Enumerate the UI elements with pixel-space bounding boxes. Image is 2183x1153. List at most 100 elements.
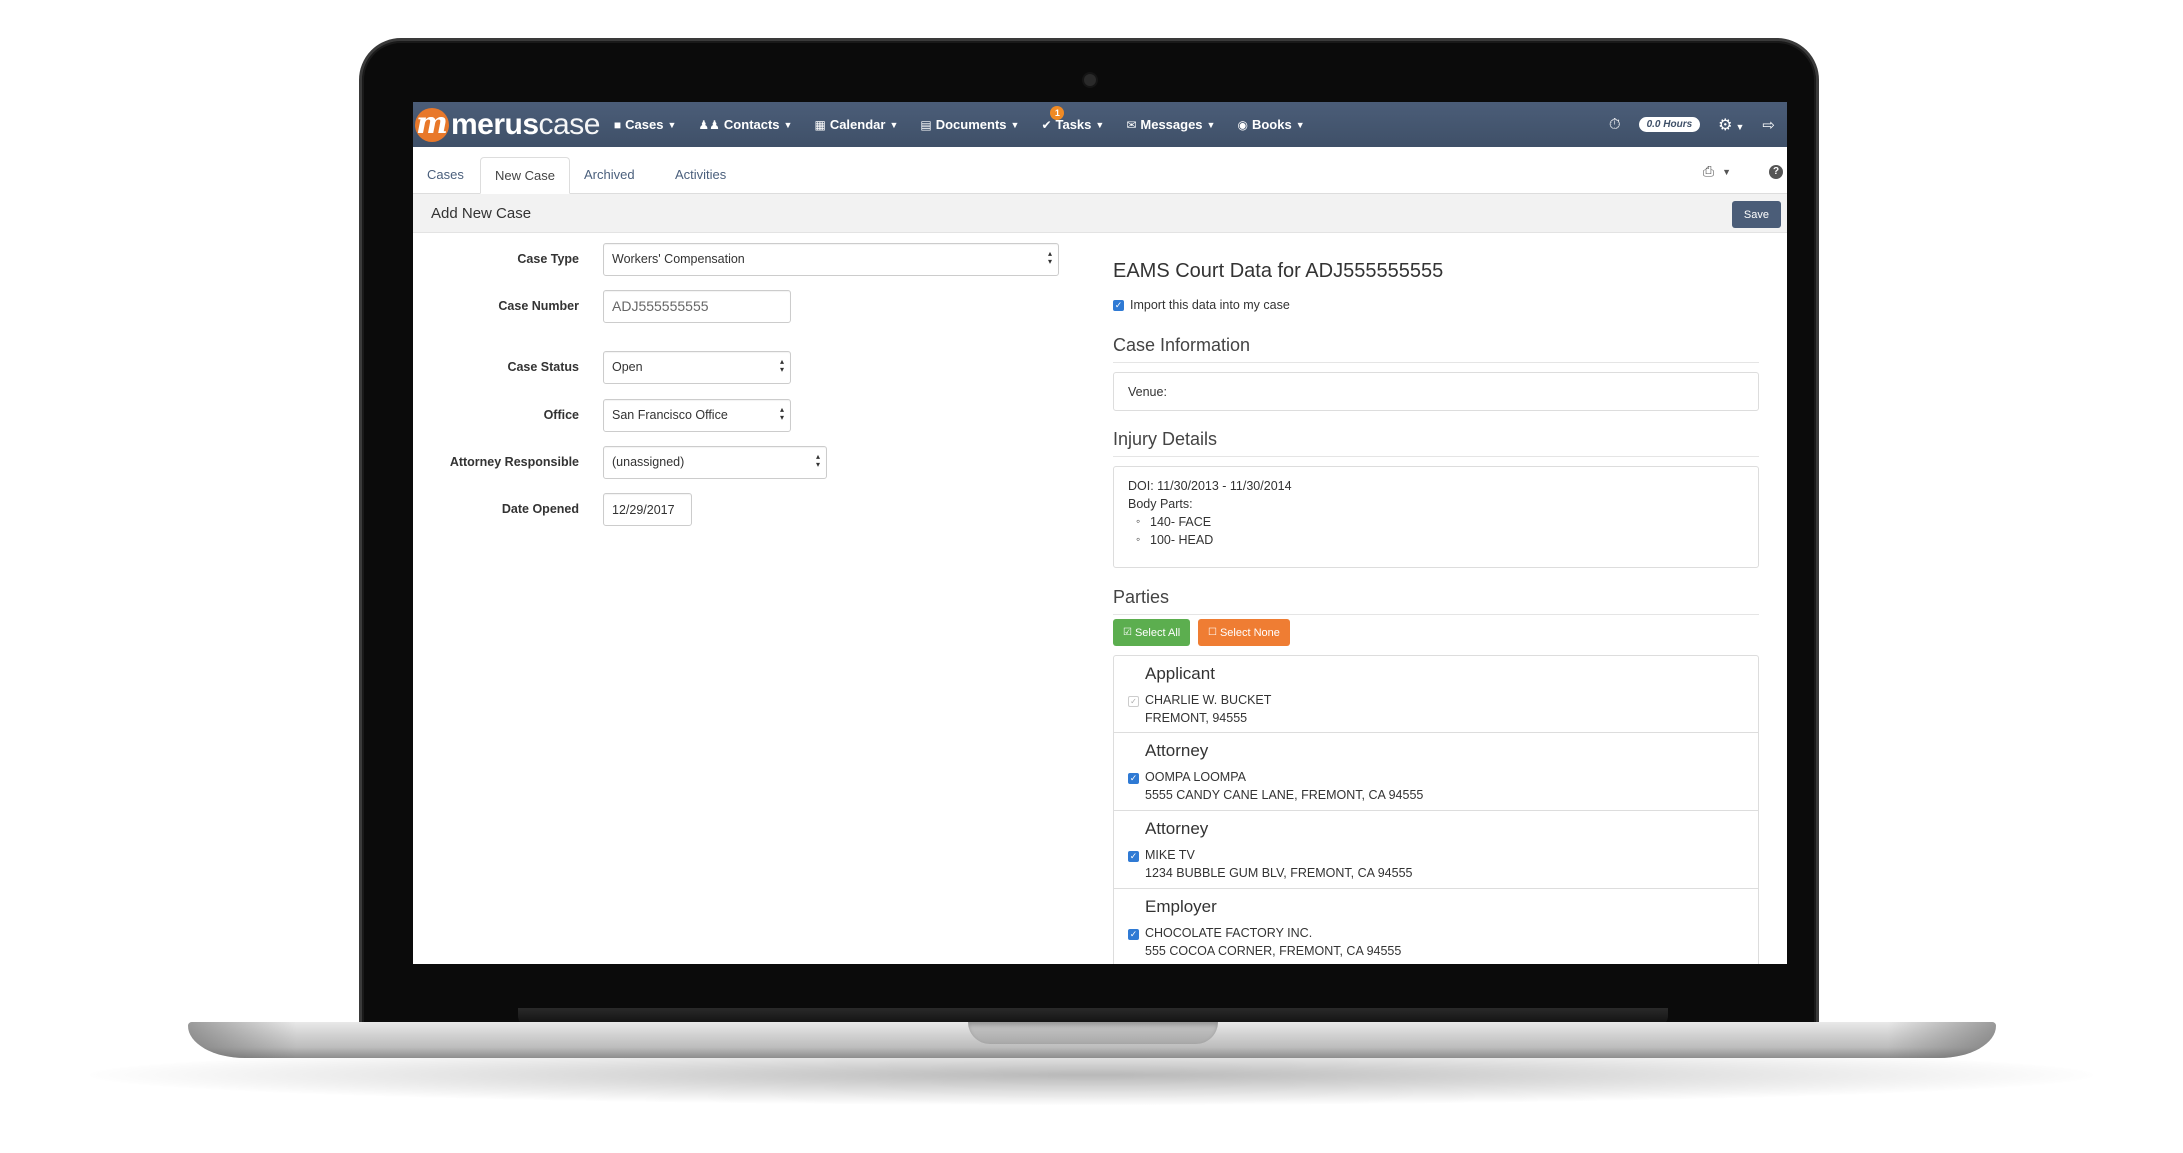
save-button[interactable]: Save <box>1731 201 1781 228</box>
date-opened-input[interactable]: 12/29/2017 <box>603 493 692 526</box>
nav-cases[interactable]: ■ Cases ▼ <box>614 117 676 132</box>
case-info-box: Venue: <box>1113 372 1759 411</box>
people-icon: ♟♟ <box>698 117 720 132</box>
office-label: Office <box>543 408 579 422</box>
party-role: Applicant <box>1145 664 1215 683</box>
calendar-icon: ▦ <box>814 117 826 132</box>
party-checkbox[interactable]: ✓ <box>1128 773 1139 784</box>
tabs-bar: Cases New Case Archived Activities ⎙ ▼ ? <box>413 147 1787 194</box>
hours-pill[interactable]: 0.0 Hours <box>1638 117 1701 132</box>
empty-square-icon: ☐ <box>1208 627 1217 638</box>
main-nav: ■ Cases ▼ ♟♟ Contacts ▼ ▦ Calendar ▼ ▤ Document… <box>614 106 1327 132</box>
tab-cases[interactable]: Cases <box>413 157 478 194</box>
webcam <box>1084 74 1096 86</box>
case-type-row: Case Type Workers' Compensation <box>413 243 1093 277</box>
case-info-heading: Case Information <box>1113 335 1759 363</box>
page-header: Add New Case Save <box>413 194 1787 233</box>
top-navbar: m meruscase ■ Cases ▼ ♟♟ Contacts ▼ ▦ Calenda… <box>413 102 1787 147</box>
caret-down-icon: ▼ <box>889 119 899 130</box>
body-part-item: 100- HEAD <box>1136 532 1213 547</box>
party-role: Attorney <box>1145 741 1209 760</box>
party-role: Employer <box>1145 897 1217 916</box>
logo-mark-icon: m <box>415 105 449 142</box>
briefcase-icon: ■ <box>613 117 622 132</box>
nav-books[interactable]: ◉ Books ▼ <box>1237 117 1304 132</box>
body-parts-label: Body Parts: <box>1128 497 1193 511</box>
check-circle-icon: ✔ <box>1041 117 1052 132</box>
nav-tasks[interactable]: 1 ✔ Tasks ▼ <box>1041 106 1105 132</box>
envelope-icon: ✉ <box>1126 117 1137 132</box>
stopwatch-icon[interactable]: ⏱ <box>1609 116 1621 133</box>
case-number-input[interactable]: ADJ555555555 <box>603 290 791 323</box>
tab-archived[interactable]: Archived <box>570 157 649 194</box>
party-name: CHOCOLATE FACTORY INC. <box>1145 926 1313 940</box>
party-name: OOMPA LOOMPA <box>1145 770 1246 784</box>
injury-heading: Injury Details <box>1113 429 1759 457</box>
select-all-button[interactable]: ☑ Select All <box>1113 619 1191 646</box>
document-icon: ▤ <box>920 117 932 132</box>
caret-down-icon: ▼ <box>1295 119 1305 130</box>
nav-contacts[interactable]: ♟♟ Contacts ▼ <box>698 117 792 132</box>
date-opened-label: Date Opened <box>501 502 579 516</box>
caret-down-icon: ▼ <box>783 119 793 130</box>
body-part-item: 140- FACE <box>1136 514 1211 529</box>
party-attorney-2: Attorney ✓ MIKE TV 1234 BUBBLE GUM BLV, … <box>1113 811 1759 889</box>
party-checkbox[interactable]: ✓ <box>1128 851 1139 862</box>
laptop-notch <box>968 1022 1218 1044</box>
office-row: Office San Francisco Office <box>413 399 1093 433</box>
date-opened-row: Date Opened 12/29/2017 <box>413 493 1093 527</box>
caret-down-icon: ▼ <box>1010 119 1020 130</box>
caret-down-icon: ▼ <box>1735 121 1745 132</box>
case-number-label: Case Number <box>498 299 579 313</box>
page-title: Add New Case <box>431 205 532 222</box>
tab-activities[interactable]: Activities <box>661 157 740 194</box>
attorney-row: Attorney Responsible (unassigned) <box>413 446 1093 480</box>
case-number-row: Case Number ADJ555555555 <box>413 290 1093 324</box>
select-none-button[interactable]: ☐ Select None <box>1198 619 1290 646</box>
case-status-select[interactable]: Open <box>603 351 791 384</box>
import-checkbox-row[interactable]: ✓ Import this data into my case <box>1113 298 1290 312</box>
attorney-label: Attorney Responsible <box>449 455 579 469</box>
check-square-icon: ☑ <box>1123 627 1132 638</box>
logout-icon[interactable]: ⇨ <box>1762 116 1775 134</box>
party-employer: Employer ✓ CHOCOLATE FACTORY INC. 555 CO… <box>1113 889 1759 964</box>
injury-box: DOI: 11/30/2013 - 11/30/2014 Body Parts:… <box>1113 466 1759 568</box>
help-icon[interactable]: ? <box>1769 164 1783 179</box>
import-label: Import this data into my case <box>1130 298 1290 312</box>
gear-icon[interactable]: ⚙ ▼ <box>1718 115 1744 135</box>
case-status-label: Case Status <box>507 360 579 374</box>
nav-messages[interactable]: ✉ Messages ▼ <box>1126 117 1215 132</box>
party-address: FREMONT, 94555 <box>1145 711 1248 725</box>
party-applicant: Applicant ✓ CHARLIE W. BUCKET FREMONT, 9… <box>1113 655 1759 733</box>
nav-calendar[interactable]: ▦ Calendar ▼ <box>814 117 898 132</box>
nav-documents[interactable]: ▤ Documents ▼ <box>920 117 1019 132</box>
caret-down-icon: ▼ <box>667 119 677 130</box>
party-address: 555 COCOA CORNER, FREMONT, CA 94555 <box>1145 944 1402 958</box>
app-logo[interactable]: m meruscase <box>415 102 600 147</box>
party-role: Attorney <box>1145 819 1209 838</box>
doi-text: DOI: 11/30/2013 - 11/30/2014 <box>1128 479 1292 493</box>
caret-down-icon: ▼ <box>1206 119 1216 130</box>
party-address: 1234 BUBBLE GUM BLV, FREMONT, CA 94555 <box>1145 866 1413 880</box>
dollar-circle-icon: ◉ <box>1237 117 1248 132</box>
case-type-label: Case Type <box>517 252 579 266</box>
case-status-row: Case Status Open <box>413 351 1093 385</box>
party-address: 5555 CANDY CANE LANE, FREMONT, CA 94555 <box>1145 788 1424 802</box>
caret-down-icon: ▼ <box>1095 119 1105 130</box>
tab-new-case[interactable]: New Case <box>480 157 570 194</box>
nav-right-tools: ⏱ 0.0 Hours ⚙ ▼ ⇨ <box>1609 115 1787 135</box>
caret-down-icon[interactable]: ▼ <box>1722 167 1731 177</box>
party-checkbox[interactable]: ✓ <box>1128 929 1139 940</box>
attorney-select[interactable]: (unassigned) <box>603 446 827 479</box>
tabs-right-tools: ⎙ ▼ ? <box>1703 163 1787 180</box>
app-screen: m meruscase ■ Cases ▼ ♟♟ Contacts ▼ ▦ Calenda… <box>413 102 1787 964</box>
party-checkbox-disabled: ✓ <box>1128 696 1139 707</box>
logo-text: meruscase <box>451 107 600 141</box>
print-icon[interactable]: ⎙ <box>1703 163 1714 180</box>
office-select[interactable]: San Francisco Office <box>603 399 791 432</box>
parties-heading: Parties <box>1113 587 1759 615</box>
case-type-select[interactable]: Workers' Compensation <box>603 243 1059 276</box>
venue-text: Venue: <box>1128 385 1167 399</box>
import-checkbox[interactable]: ✓ <box>1113 299 1124 311</box>
party-attorney-1: Attorney ✓ OOMPA LOOMPA 5555 CANDY CANE … <box>1113 733 1759 811</box>
